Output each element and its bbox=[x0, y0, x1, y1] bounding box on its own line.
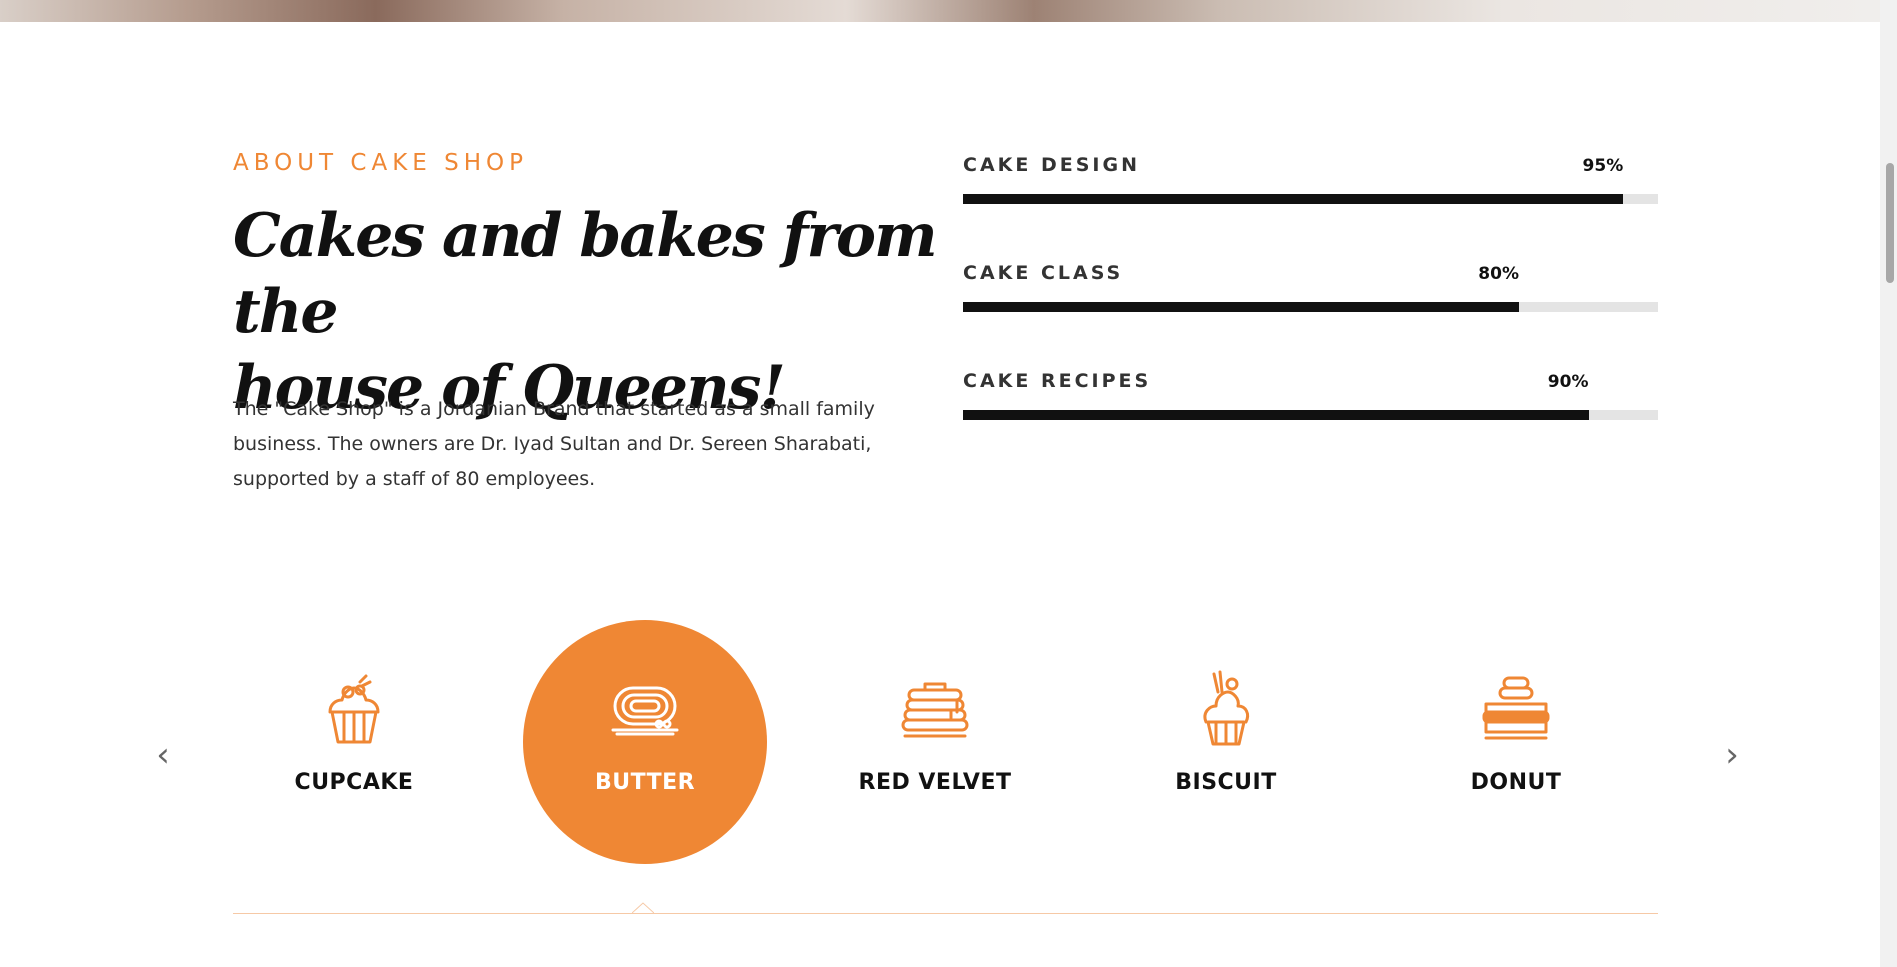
roll-cake-icon bbox=[523, 670, 767, 750]
skill-percent: 95% bbox=[1582, 156, 1624, 176]
skill-progress-fill bbox=[963, 194, 1624, 204]
category-cupcake[interactable]: CUPCAKE bbox=[232, 620, 476, 864]
category-donut[interactable]: DONUT bbox=[1394, 620, 1638, 864]
active-indicator-notch bbox=[632, 902, 654, 914]
about-kicker: ABOUT CAKE SHOP bbox=[233, 150, 528, 176]
skill-cake-class: CAKE CLASS 80% bbox=[963, 258, 1658, 366]
chevron-right-icon[interactable]: › bbox=[1717, 738, 1747, 772]
skill-label: CAKE DESIGN bbox=[963, 154, 1140, 176]
skill-label: CAKE RECIPES bbox=[963, 370, 1152, 392]
skill-cake-recipes: CAKE RECIPES 90% bbox=[963, 366, 1658, 474]
category-red-velvet[interactable]: RED VELVET bbox=[813, 620, 1057, 864]
carousel-divider bbox=[233, 913, 1658, 914]
skill-progress-track bbox=[963, 410, 1658, 420]
cupcake-icon bbox=[232, 670, 476, 750]
about-title-line-1: Cakes and bakes from the bbox=[233, 201, 938, 347]
scrollbar-thumb[interactable] bbox=[1886, 163, 1894, 283]
category-carousel: ‹ › CUPCAKE BUTTER RED VELVET BISCUIT DO… bbox=[0, 620, 1880, 920]
skill-percent: 80% bbox=[1478, 264, 1519, 284]
sundae-icon bbox=[1104, 670, 1348, 750]
skill-progress-track bbox=[963, 194, 1658, 204]
category-label: DONUT bbox=[1470, 770, 1562, 795]
chevron-left-icon[interactable]: ‹ bbox=[148, 738, 178, 772]
skills-panel: CAKE DESIGN 95% CAKE CLASS 80% CAKE RECI… bbox=[963, 150, 1658, 474]
macaron-icon bbox=[1394, 670, 1638, 750]
category-label: BUTTER bbox=[594, 770, 696, 795]
skill-percent: 90% bbox=[1547, 372, 1589, 392]
skill-progress-fill bbox=[963, 410, 1589, 420]
skill-label: CAKE CLASS bbox=[963, 262, 1124, 284]
category-butter[interactable]: BUTTER bbox=[523, 620, 767, 864]
category-biscuit[interactable]: BISCUIT bbox=[1104, 620, 1348, 864]
about-description: The "Cake Shop" is a Jordanian Brand tha… bbox=[233, 398, 875, 490]
skill-progress-fill bbox=[963, 302, 1519, 312]
skill-cake-design: CAKE DESIGN 95% bbox=[963, 150, 1658, 258]
page: ABOUT CAKE SHOP Cakes and bakes from the… bbox=[0, 0, 1897, 967]
category-label: BISCUIT bbox=[1175, 770, 1277, 795]
category-label: CUPCAKE bbox=[294, 770, 414, 795]
hero-image-strip bbox=[0, 0, 1880, 22]
skill-progress-track bbox=[963, 302, 1658, 312]
scrollbar[interactable] bbox=[1880, 0, 1897, 967]
pancakes-icon bbox=[813, 670, 1057, 750]
category-label: RED VELVET bbox=[858, 770, 1012, 795]
